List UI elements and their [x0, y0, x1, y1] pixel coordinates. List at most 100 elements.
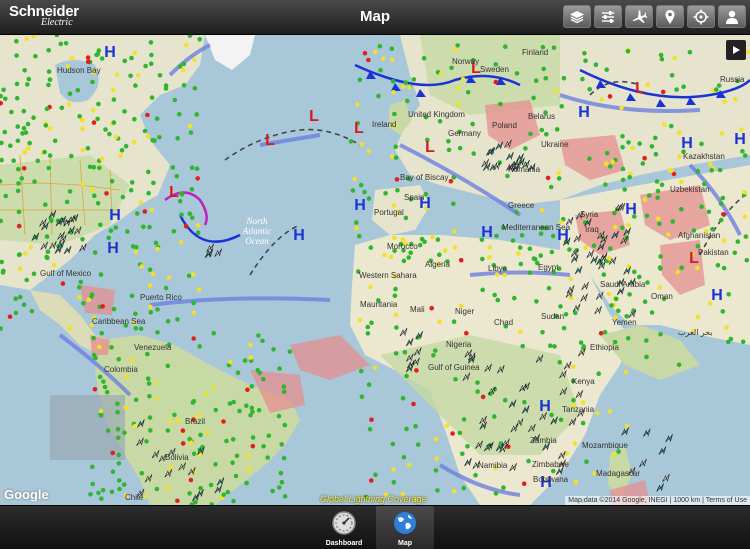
station-marker — [177, 64, 183, 69]
station-marker — [132, 116, 137, 122]
station-marker — [582, 51, 587, 56]
tab-dashboard[interactable]: Dashboard — [315, 506, 373, 549]
station-marker — [178, 240, 184, 245]
station-marker — [644, 354, 649, 360]
station-marker — [679, 179, 684, 185]
station-marker — [141, 224, 146, 230]
station-marker — [557, 360, 562, 365]
station-marker — [433, 468, 439, 473]
weather-map[interactable]: HHHHHHHHHHHHHHHLLLLLLLL Hudson Bay Gulf … — [0, 35, 750, 505]
station-marker — [655, 216, 661, 221]
station-marker — [21, 125, 27, 131]
station-marker — [451, 488, 457, 494]
station-marker — [411, 401, 416, 407]
station-marker — [430, 234, 435, 240]
station-marker — [246, 454, 251, 459]
station-marker — [168, 419, 174, 424]
station-marker — [623, 369, 629, 375]
station-marker — [390, 441, 396, 447]
station-marker — [391, 467, 396, 472]
station-marker — [411, 77, 417, 82]
map-canvas[interactable]: HHHH HH H HHH HHHHHLLLL LLLL — [0, 35, 750, 505]
location-button[interactable] — [656, 5, 684, 28]
station-marker — [282, 494, 288, 499]
station-marker — [548, 184, 554, 190]
station-marker — [596, 371, 601, 377]
airplane-button[interactable] — [625, 5, 653, 28]
station-marker — [168, 464, 173, 470]
station-marker — [147, 415, 153, 420]
station-marker — [404, 426, 409, 432]
station-marker — [470, 121, 476, 127]
station-marker — [540, 330, 545, 335]
station-marker — [115, 435, 121, 441]
tab-map[interactable]: Map — [376, 506, 434, 549]
station-marker — [719, 131, 725, 136]
layers-button[interactable] — [563, 5, 591, 28]
station-marker — [625, 336, 631, 341]
station-marker — [354, 220, 359, 225]
map-label-sudan: Sudan — [541, 312, 565, 321]
map-label-chile: Chile — [125, 493, 144, 502]
station-marker — [645, 280, 650, 285]
station-marker — [352, 176, 357, 182]
lightning-strike-marker — [205, 249, 214, 258]
map-label-chad: Chad — [494, 318, 514, 327]
lightning-strike-marker — [214, 248, 222, 257]
map-label-ethiopia: Ethiopia — [590, 343, 619, 352]
station-marker — [90, 481, 95, 487]
station-marker — [391, 89, 396, 95]
map-label-finland: Finland — [522, 48, 549, 57]
station-marker — [157, 73, 163, 78]
station-marker — [17, 294, 23, 300]
station-marker — [403, 80, 409, 85]
station-marker — [165, 318, 171, 324]
station-marker — [230, 437, 236, 442]
station-marker — [29, 308, 35, 314]
station-marker — [204, 391, 209, 397]
station-marker — [27, 140, 32, 146]
play-animation-button[interactable] — [726, 40, 746, 60]
station-marker — [599, 97, 605, 102]
station-marker — [92, 387, 98, 392]
station-marker — [180, 67, 186, 73]
station-marker — [607, 256, 612, 261]
station-marker — [573, 479, 579, 485]
station-marker — [79, 118, 85, 123]
station-marker — [246, 466, 252, 472]
account-button[interactable] — [718, 5, 746, 28]
settings-sliders-button[interactable] — [594, 5, 622, 28]
station-marker — [381, 56, 386, 61]
station-marker — [138, 326, 144, 332]
station-marker — [669, 168, 674, 173]
station-marker — [620, 144, 625, 150]
map-label-hudson-bay: Hudson Bay — [57, 66, 101, 75]
station-marker — [518, 329, 523, 334]
station-marker — [393, 155, 399, 160]
station-marker — [619, 105, 624, 111]
station-marker — [390, 79, 396, 84]
station-marker — [109, 345, 114, 350]
station-marker — [571, 397, 576, 403]
station-marker — [475, 380, 480, 385]
station-marker — [279, 479, 285, 485]
recenter-button[interactable] — [687, 5, 715, 28]
station-marker — [183, 223, 189, 229]
station-marker — [718, 217, 724, 223]
station-marker — [649, 144, 655, 149]
high-pressure-marker: H — [481, 224, 493, 241]
station-marker — [1, 87, 6, 93]
station-marker — [80, 237, 85, 242]
station-marker — [578, 340, 584, 345]
station-marker — [24, 277, 30, 283]
station-marker — [699, 141, 704, 147]
tab-map-label: Map — [398, 540, 412, 547]
map-credits[interactable]: Map data ©2014 Google, INEGI | 1000 km |… — [565, 496, 750, 505]
station-marker — [92, 250, 98, 255]
station-marker — [225, 489, 231, 495]
station-marker — [66, 102, 72, 107]
station-marker — [598, 330, 604, 336]
station-marker — [69, 153, 74, 159]
station-marker — [116, 452, 121, 458]
map-label-norway: Norway — [452, 57, 480, 66]
